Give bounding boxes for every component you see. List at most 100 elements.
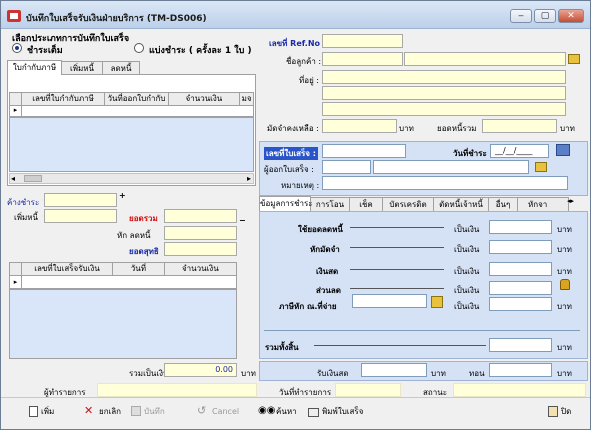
col-amount: จำนวนเงิน [169, 93, 241, 105]
ref-no-label: เลขที่ Ref.No : [269, 39, 327, 48]
customer-name-field[interactable] [404, 52, 566, 66]
tab-credit-card[interactable]: บัตรเครดิต [382, 197, 434, 211]
withholding-base-field[interactable] [352, 294, 427, 308]
pay-row-amount-label: เป็นเงิน [454, 225, 480, 234]
col-receipt-no: เลขที่ใบเสร็จรับเงิน [22, 263, 114, 275]
state-field [453, 383, 586, 397]
trans-date-field [335, 383, 401, 397]
invoice-grid-header: เลขที่ใบกำกับภาษี วันที่ออกใบกำกับ จำนวน… [9, 92, 254, 106]
reduce-debt-field[interactable] [164, 226, 237, 240]
full-payment-radio[interactable] [12, 43, 22, 53]
credit-note-amount-field[interactable] [489, 220, 552, 234]
print-receipt-label: พิมพ์ใบเสร็จ [322, 406, 364, 416]
tab-tax-invoice[interactable]: ใบกำกับภาษี [7, 60, 62, 75]
issuer-name-field[interactable] [373, 160, 529, 174]
sum-label: รวมเป็นเงิน [129, 369, 169, 378]
separator-line [350, 227, 444, 228]
calendar-icon[interactable] [556, 144, 570, 156]
add-debt-field[interactable] [44, 209, 117, 223]
receipt-grid-header: เลขที่ใบเสร็จรับเงิน วันที่ จำนวนเงิน [9, 262, 237, 276]
col-extra: มจ [241, 94, 252, 103]
tab-transfer[interactable]: การโอน [310, 197, 350, 211]
net-field[interactable] [164, 242, 237, 256]
invoice-grid-row[interactable]: ▸ [9, 105, 254, 117]
total-debt-field[interactable] [482, 119, 557, 133]
col-invoice-no: เลขที่ใบกำกับภาษี [22, 93, 106, 105]
full-payment-label: ชำระเต็ม [27, 46, 63, 56]
minimize-button[interactable]: ‒ [510, 9, 532, 23]
exit-button[interactable]: ปิด [548, 403, 571, 419]
tab-cheque[interactable]: เช็ค [349, 197, 383, 211]
change-field[interactable] [489, 363, 552, 377]
tab-creditor-offset[interactable]: ตัดหนี้เจ้าหนี้ [433, 197, 489, 211]
pay-row-unit: บาท [557, 225, 572, 234]
note-field[interactable] [322, 176, 568, 190]
cash-received-field[interactable] [361, 363, 427, 377]
search-button-label: ค้นหา [276, 406, 297, 416]
deposit-deduct-field[interactable] [489, 240, 552, 254]
cancel-record-button[interactable]: ✕ ยกเลิก [84, 403, 121, 419]
close-button[interactable]: ✕ [558, 9, 584, 23]
deposit-label: มัดจำคงเหลือ : [267, 124, 319, 133]
grand-total-field[interactable] [489, 338, 552, 352]
withholding-amount-field[interactable] [489, 297, 552, 311]
outstanding-field[interactable] [44, 193, 117, 207]
address-line-3[interactable] [322, 102, 566, 116]
print-receipt-button[interactable]: พิมพ์ใบเสร็จ [308, 403, 363, 419]
pay-row-label: หักมัดจำ [310, 245, 340, 254]
issuer-label: ผู้ออกใบเสร็จ : [264, 165, 314, 174]
cash-amount-field[interactable] [489, 262, 552, 276]
total-label: ยอดรวม [129, 214, 158, 223]
cancel-button[interactable]: ↺ Cancel [197, 403, 239, 419]
printer-icon [308, 407, 319, 417]
tab-scroll-arrows[interactable]: ◂▸ [567, 197, 574, 205]
outstanding-label: ค้างชำระ [7, 198, 40, 207]
tab-payment-info[interactable]: ข้อมูลการชำระ [259, 196, 313, 211]
deposit-field[interactable] [322, 119, 397, 133]
maximize-button[interactable]: ▢ [534, 9, 556, 23]
issuer-code-field[interactable] [322, 160, 371, 174]
discount-amount-field[interactable] [489, 281, 552, 295]
pay-date-field[interactable]: __/__/____ [490, 144, 549, 158]
tab-add-debt[interactable]: เพิ่มหนี้ [61, 61, 103, 75]
pay-row-label: ส่วนลด [316, 286, 341, 295]
customer-search-icon[interactable] [568, 54, 580, 64]
pay-row-amount-label: เป็นเงิน [454, 267, 480, 276]
address-line-2[interactable] [322, 86, 566, 100]
cancel-record-label: ยกเลิก [99, 406, 122, 416]
reduce-debt-label: หัก ลดหนี้ [117, 231, 151, 240]
customer-code-field[interactable] [322, 52, 403, 66]
issuer-search-icon[interactable] [535, 162, 547, 172]
grand-total-unit: บาท [557, 343, 572, 352]
col-invoice-date: วันที่ออกใบกำกับ [105, 93, 169, 105]
change-baht: บาท [557, 369, 572, 378]
col-receipt-date: วันที่ [113, 263, 165, 275]
tab-reduce-debt[interactable]: ลดหนี้ [102, 61, 140, 75]
add-button[interactable]: เพิ่ม [29, 403, 54, 419]
receipt-no-field[interactable] [322, 144, 406, 158]
receipt-grid-row[interactable]: ▸ [9, 275, 237, 289]
separator-line [350, 247, 444, 248]
ref-no-field[interactable] [322, 34, 403, 48]
tab-deduct[interactable]: หักจา [517, 197, 569, 211]
search-button[interactable]: ◉◉ ค้นหา [258, 403, 297, 419]
plus-sign: + [119, 191, 126, 200]
total-field[interactable] [164, 209, 237, 223]
pay-date-label: วันที่ชำระ [453, 149, 487, 158]
note-label: หมายเหตุ : [281, 181, 320, 190]
receipt-no-label: เลขที่ใบเสร็จ : [264, 147, 318, 160]
sum-field[interactable]: 0.00 [164, 363, 237, 377]
total-debt-baht: บาท [560, 124, 575, 133]
save-button[interactable]: บันทึก [131, 403, 165, 419]
lock-icon[interactable] [560, 279, 570, 290]
save-button-label: บันทึก [144, 406, 165, 416]
pay-row-unit: บาท [557, 245, 572, 254]
invoice-hscrollbar[interactable]: ◂ ▸ [9, 173, 254, 184]
partial-payment-radio[interactable] [134, 43, 144, 53]
separator-line [350, 288, 444, 289]
withholding-calc-icon[interactable] [431, 296, 443, 308]
tab-others[interactable]: อื่นๆ [488, 197, 518, 211]
address-line-1[interactable] [322, 70, 566, 84]
separator-line [314, 345, 486, 346]
pay-row-label: ใช้ยอดลดหนี้ [298, 225, 343, 234]
